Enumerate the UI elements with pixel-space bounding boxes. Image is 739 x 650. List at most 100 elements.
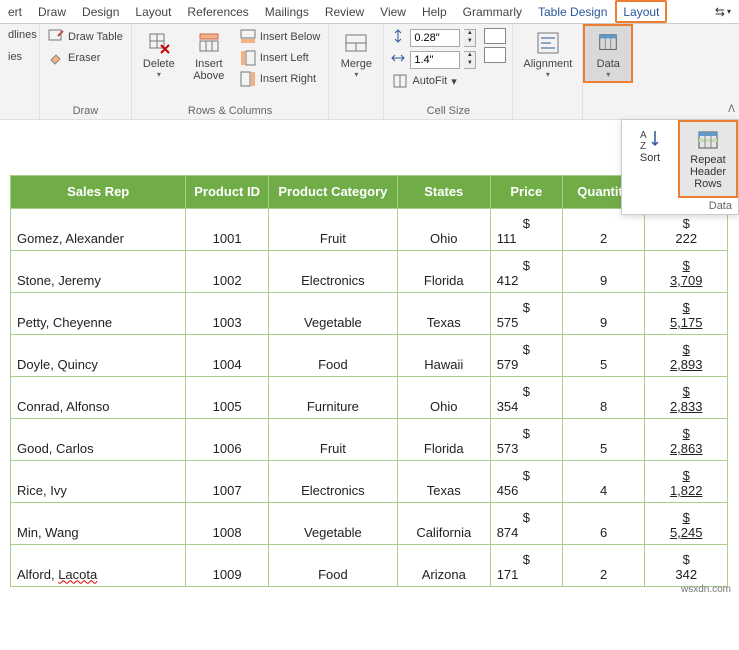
table-cell[interactable]: 1008: [186, 502, 269, 544]
tab-view[interactable]: View: [372, 0, 414, 23]
table-cell[interactable]: Texas: [397, 292, 490, 334]
table-cell[interactable]: 1003: [186, 292, 269, 334]
table-cell[interactable]: Min, Wang: [11, 502, 186, 544]
tab-help[interactable]: Help: [414, 0, 455, 23]
table-cell[interactable]: Ohio: [397, 208, 490, 250]
table-cell[interactable]: Texas: [397, 460, 490, 502]
view-gridlines-button[interactable]: dlines: [6, 28, 39, 42]
table-cell[interactable]: Ohio: [397, 376, 490, 418]
insert-right-button[interactable]: Insert Right: [238, 70, 323, 88]
table-cell[interactable]: $354: [490, 376, 562, 418]
table-cell[interactable]: Food: [268, 544, 397, 586]
table-header-cell[interactable]: States: [397, 176, 490, 209]
table-cell[interactable]: $342: [645, 544, 728, 586]
draw-table-button[interactable]: Draw Table: [46, 28, 125, 46]
table-cell[interactable]: $111: [490, 208, 562, 250]
table-cell[interactable]: 1002: [186, 250, 269, 292]
table-cell[interactable]: $5,245: [645, 502, 728, 544]
table-cell[interactable]: $5,175: [645, 292, 728, 334]
alignment-button[interactable]: Alignment ▾: [519, 28, 576, 81]
tab-design[interactable]: Design: [74, 0, 127, 23]
table-cell[interactable]: 1001: [186, 208, 269, 250]
table-cell[interactable]: Food: [268, 334, 397, 376]
table-cell[interactable]: Gomez, Alexander: [11, 208, 186, 250]
table-cell[interactable]: Hawaii: [397, 334, 490, 376]
width-spinners[interactable]: ▲▼: [464, 51, 476, 69]
table-cell[interactable]: California: [397, 502, 490, 544]
tab-layout[interactable]: Layout: [127, 0, 179, 23]
insert-above-button[interactable]: Insert Above: [188, 28, 230, 84]
table-cell[interactable]: $2,863: [645, 418, 728, 460]
delete-button[interactable]: Delete ▾: [138, 28, 180, 81]
table-cell[interactable]: $579: [490, 334, 562, 376]
table-header-cell[interactable]: Sales Rep: [11, 176, 186, 209]
tab-review[interactable]: Review: [317, 0, 372, 23]
insert-left-button[interactable]: Insert Left: [238, 49, 323, 67]
table-cell[interactable]: Alford, Lacota: [11, 544, 186, 586]
table-cell[interactable]: Florida: [397, 250, 490, 292]
width-input[interactable]: [410, 51, 460, 69]
table-cell[interactable]: $412: [490, 250, 562, 292]
tab-draw[interactable]: Draw: [30, 0, 74, 23]
table-cell[interactable]: $573: [490, 418, 562, 460]
table-cell[interactable]: Conrad, Alfonso: [11, 376, 186, 418]
table-cell[interactable]: 8: [562, 376, 645, 418]
table-header-cell[interactable]: Product Category: [268, 176, 397, 209]
table-cell[interactable]: Fruit: [268, 208, 397, 250]
table-cell[interactable]: 9: [562, 250, 645, 292]
height-spinners[interactable]: ▲▼: [464, 29, 476, 47]
row-height-control[interactable]: ▲▼: [390, 28, 476, 47]
sales-table[interactable]: Sales RepProduct IDProduct CategoryState…: [10, 175, 728, 587]
collapse-ribbon-button[interactable]: ᐱ: [728, 104, 735, 115]
table-cell[interactable]: Rice, Ivy: [11, 460, 186, 502]
tab-table-design[interactable]: Table Design: [530, 0, 615, 23]
table-cell[interactable]: $575: [490, 292, 562, 334]
data-button[interactable]: Data ▾: [583, 24, 633, 83]
insert-below-button[interactable]: Insert Below: [238, 28, 323, 46]
table-cell[interactable]: Arizona: [397, 544, 490, 586]
table-cell[interactable]: $1,822: [645, 460, 728, 502]
properties-button[interactable]: ies: [6, 50, 24, 64]
table-cell[interactable]: 2: [562, 544, 645, 586]
table-cell[interactable]: 5: [562, 334, 645, 376]
table-cell[interactable]: $874: [490, 502, 562, 544]
table-cell[interactable]: $456: [490, 460, 562, 502]
table-cell[interactable]: Stone, Jeremy: [11, 250, 186, 292]
table-cell[interactable]: 1007: [186, 460, 269, 502]
tab-table-layout[interactable]: Layout: [615, 0, 667, 23]
table-cell[interactable]: Doyle, Quincy: [11, 334, 186, 376]
table-cell[interactable]: Electronics: [268, 250, 397, 292]
table-cell[interactable]: $3,709: [645, 250, 728, 292]
tab-references[interactable]: References: [179, 0, 256, 23]
table-cell[interactable]: $171: [490, 544, 562, 586]
table-cell[interactable]: 1009: [186, 544, 269, 586]
eraser-button[interactable]: Eraser: [46, 49, 125, 67]
table-cell[interactable]: 5: [562, 418, 645, 460]
table-cell[interactable]: 6: [562, 502, 645, 544]
merge-button[interactable]: Merge ▾: [335, 28, 377, 81]
table-cell[interactable]: Vegetable: [268, 502, 397, 544]
table-cell[interactable]: 4: [562, 460, 645, 502]
tab-mailings[interactable]: Mailings: [257, 0, 317, 23]
table-cell[interactable]: 1005: [186, 376, 269, 418]
height-input[interactable]: [410, 29, 460, 47]
table-header-cell[interactable]: Product ID: [186, 176, 269, 209]
table-cell[interactable]: Electronics: [268, 460, 397, 502]
table-cell[interactable]: Petty, Cheyenne: [11, 292, 186, 334]
distribute-rows-button[interactable]: [484, 28, 506, 44]
table-cell[interactable]: 1004: [186, 334, 269, 376]
table-header-cell[interactable]: Price: [490, 176, 562, 209]
table-cell[interactable]: 9: [562, 292, 645, 334]
distribute-columns-button[interactable]: [484, 47, 506, 63]
tabs-overflow-button[interactable]: ⇆▾: [707, 0, 739, 23]
tab-grammarly[interactable]: Grammarly: [455, 0, 530, 23]
sort-button[interactable]: AZ Sort: [622, 120, 678, 198]
column-width-control[interactable]: ▲▼: [390, 50, 476, 69]
table-cell[interactable]: 1006: [186, 418, 269, 460]
repeat-header-rows-button[interactable]: Repeat Header Rows: [678, 120, 738, 198]
autofit-button[interactable]: AutoFit ▾: [390, 72, 476, 90]
table-cell[interactable]: Vegetable: [268, 292, 397, 334]
table-cell[interactable]: Furniture: [268, 376, 397, 418]
table-cell[interactable]: Fruit: [268, 418, 397, 460]
table-cell[interactable]: Good, Carlos: [11, 418, 186, 460]
